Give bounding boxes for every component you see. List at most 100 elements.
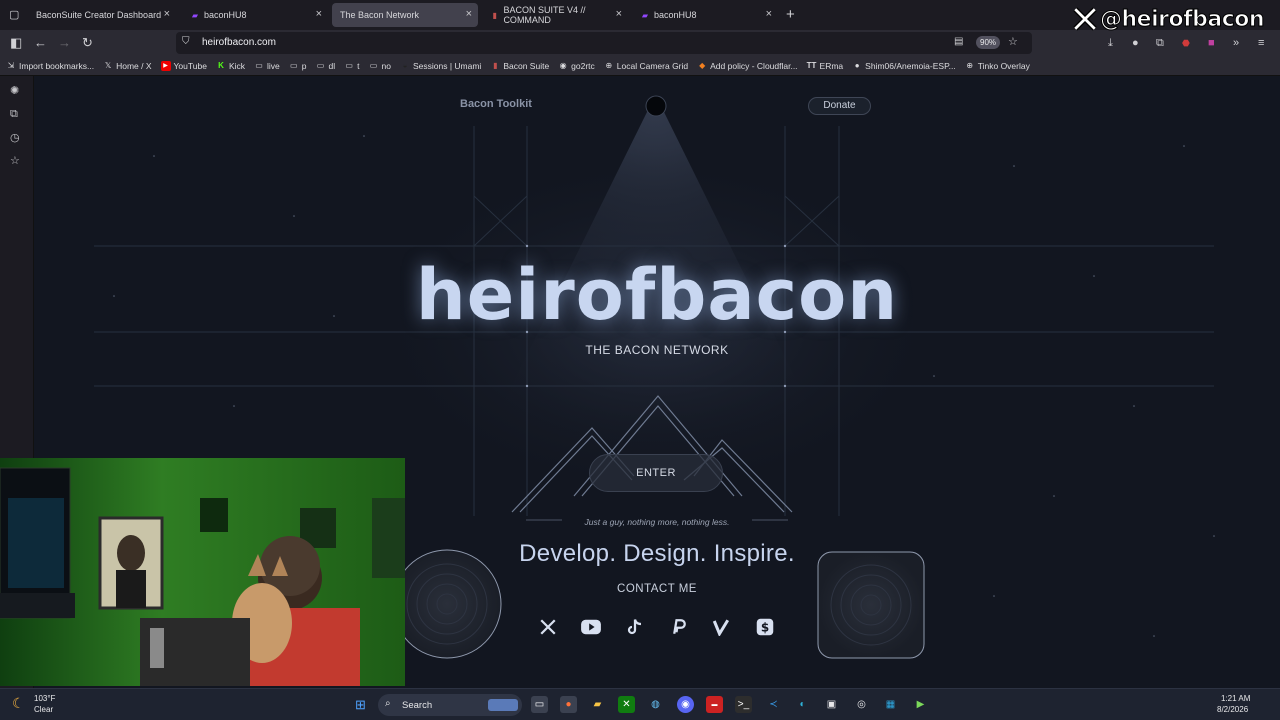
- sidebar-toggle-icon[interactable]: ◧: [10, 35, 22, 51]
- enter-button[interactable]: ENTER: [589, 454, 723, 492]
- bookmarks-icon[interactable]: ☆: [10, 154, 20, 167]
- bookmark-folder-dl[interactable]: ▭ dl: [316, 60, 336, 71]
- close-icon[interactable]: ×: [616, 8, 622, 20]
- bookmark-import[interactable]: ⇲ Import bookmarks...: [6, 61, 94, 71]
- bookmark-label: Tinko Overlay: [977, 60, 1030, 71]
- terminal-icon[interactable]: >_: [735, 696, 752, 713]
- bookmark-kick[interactable]: K Kick: [216, 61, 245, 71]
- site-brand[interactable]: Bacon Toolkit: [460, 98, 532, 110]
- url-bar[interactable]: ⛉ heirofbacon.com ▤ 90% ☆: [176, 32, 1032, 54]
- folder-icon: ▭: [316, 61, 325, 70]
- edge-icon[interactable]: ◐: [794, 696, 811, 713]
- star-icon[interactable]: ☆: [1008, 35, 1018, 48]
- xbox-icon[interactable]: ✕: [618, 696, 635, 713]
- bookmark-home-x[interactable]: 𝕏 Home / X: [103, 61, 152, 71]
- app-window-icon[interactable]: ▣: [823, 696, 840, 713]
- close-icon[interactable]: ×: [164, 8, 170, 20]
- tab-baconhu8-2[interactable]: ▰ baconHU8 ×: [632, 3, 778, 27]
- history-icon[interactable]: ◷: [10, 131, 20, 144]
- steam-icon[interactable]: ◍: [647, 696, 664, 713]
- photos-icon[interactable]: ▦: [882, 696, 899, 713]
- tab-baconsuite-dashboard[interactable]: BaconSuite Creator Dashboard ×: [28, 3, 176, 27]
- stream-watermark: @heirofbacon: [1070, 4, 1265, 34]
- tiktok-icon[interactable]: [624, 616, 646, 638]
- tab-title: BaconSuite Creator Dashboard: [36, 10, 162, 20]
- bookmark-folder-p[interactable]: ▭ p: [289, 61, 307, 71]
- bookmark-tinko-overlay[interactable]: ⊕ Tinko Overlay: [965, 60, 1030, 71]
- download-icon[interactable]: ⤓: [1108, 35, 1113, 51]
- tab-bacon-suite-v4[interactable]: ▮ BACON SUITE V4 // COMMAND ×: [482, 3, 628, 27]
- venmo-icon[interactable]: [710, 616, 732, 638]
- file-explorer-icon[interactable]: ▰: [589, 696, 606, 713]
- close-icon[interactable]: ×: [466, 8, 472, 20]
- discord-icon[interactable]: ◉: [677, 696, 694, 713]
- extension-j-icon[interactable]: ●: [1132, 35, 1139, 51]
- bookmark-go2rtc[interactable]: ◉ go2rtc: [558, 61, 595, 71]
- overflow-menu-icon[interactable]: »: [1233, 35, 1239, 51]
- bookmarks-bar: ⇲ Import bookmarks... 𝕏 Home / X ▶ YouTube …: [0, 56, 1280, 76]
- reload-button[interactable]: ↻: [82, 35, 93, 51]
- bookmark-bacon-suite[interactable]: ▮ Bacon Suite: [490, 61, 549, 71]
- firefox-icon[interactable]: ●: [560, 696, 577, 713]
- folder-icon: ▭: [290, 61, 298, 70]
- shield-icon[interactable]: ⛉: [182, 36, 190, 47]
- obs-icon[interactable]: ◎: [853, 696, 870, 713]
- bookmark-label: Bacon Suite: [503, 60, 550, 71]
- weather-condition[interactable]: Clear: [34, 705, 53, 714]
- clock-time[interactable]: 1:21 AM: [1221, 694, 1250, 703]
- ublock-icon[interactable]: ⬣: [1182, 35, 1190, 51]
- moon-icon[interactable]: ☾: [12, 695, 25, 712]
- x-icon[interactable]: [537, 616, 559, 638]
- ai-chatbot-icon[interactable]: ✺: [10, 84, 19, 97]
- bookmark-umami[interactable]: ◒ Sessions | Umami: [400, 60, 482, 71]
- bookmark-folder-t[interactable]: ▭ t: [344, 61, 359, 71]
- forward-button[interactable]: →: [58, 35, 71, 51]
- clock-date[interactable]: 8/2/2026: [1217, 705, 1248, 714]
- globe-icon: ⊕: [966, 61, 974, 70]
- bacon-icon: ▮: [492, 10, 497, 20]
- cloudflare-icon: ◆: [699, 61, 706, 70]
- close-icon[interactable]: ×: [316, 8, 322, 20]
- new-tab-button[interactable]: +: [786, 6, 795, 23]
- weather-temperature[interactable]: 103°F: [34, 694, 55, 703]
- bookmark-erma[interactable]: TT ERma: [807, 61, 844, 71]
- media-player-icon[interactable]: ▶: [912, 696, 929, 713]
- zoom-level[interactable]: 90%: [976, 36, 1001, 49]
- erma-icon: TT: [806, 61, 817, 70]
- close-icon[interactable]: ×: [766, 8, 772, 20]
- recorder-icon[interactable]: ▬: [706, 696, 723, 713]
- x-icon: [1073, 7, 1097, 31]
- youtube-icon[interactable]: [580, 616, 602, 638]
- bookmark-label: Kick: [228, 60, 246, 71]
- reader-view-icon[interactable]: ▤: [954, 36, 963, 47]
- task-view-icon[interactable]: ▭: [531, 696, 548, 713]
- back-button[interactable]: ←: [34, 35, 47, 51]
- bookmark-local-camera-grid[interactable]: ⊕ Local Camera Grid: [604, 61, 688, 71]
- bookmark-label: Shim06/Anemoia-ESP...: [865, 60, 956, 71]
- bookmark-youtube[interactable]: ▶ YouTube: [160, 60, 207, 71]
- bookmark-label: no: [381, 60, 391, 71]
- bookmark-folder-no[interactable]: ▭ no: [369, 61, 391, 71]
- profile-icon[interactable]: ■: [1208, 35, 1215, 51]
- tab-the-bacon-network[interactable]: The Bacon Network ×: [332, 3, 478, 27]
- hamburger-menu-icon[interactable]: ≡: [1258, 35, 1264, 51]
- url-text[interactable]: heirofbacon.com: [202, 37, 276, 48]
- search-highlight-icon: [488, 699, 518, 711]
- tab-title: The Bacon Network: [340, 10, 420, 20]
- taskbar-search[interactable]: ⌕ Search: [378, 694, 522, 716]
- synced-tabs-icon[interactable]: ⧉: [10, 108, 18, 121]
- tab-baconhu8[interactable]: ▰ baconHU8 ×: [182, 3, 328, 27]
- donate-button[interactable]: Donate: [808, 97, 871, 115]
- bookmark-label: Sessions | Umami: [412, 60, 482, 71]
- extensions-icon[interactable]: ⧉: [1156, 35, 1164, 51]
- bookmark-cloudflare[interactable]: ◆ Add policy - Cloudflar...: [697, 61, 797, 71]
- bookmark-label: dl: [328, 60, 336, 71]
- vscode-icon[interactable]: ≺: [765, 696, 782, 713]
- cashapp-icon[interactable]: $: [754, 616, 776, 638]
- tab-list-icon[interactable]: ▢: [9, 8, 19, 21]
- bookmark-github-anemoia[interactable]: ● Shim06/Anemoia-ESP...: [852, 61, 956, 71]
- bookmark-folder-live[interactable]: ▭ live: [254, 61, 280, 71]
- paypal-icon[interactable]: [667, 616, 689, 638]
- windows-start-icon[interactable]: ⊞: [352, 696, 369, 713]
- tab-title: baconHU8: [654, 10, 697, 20]
